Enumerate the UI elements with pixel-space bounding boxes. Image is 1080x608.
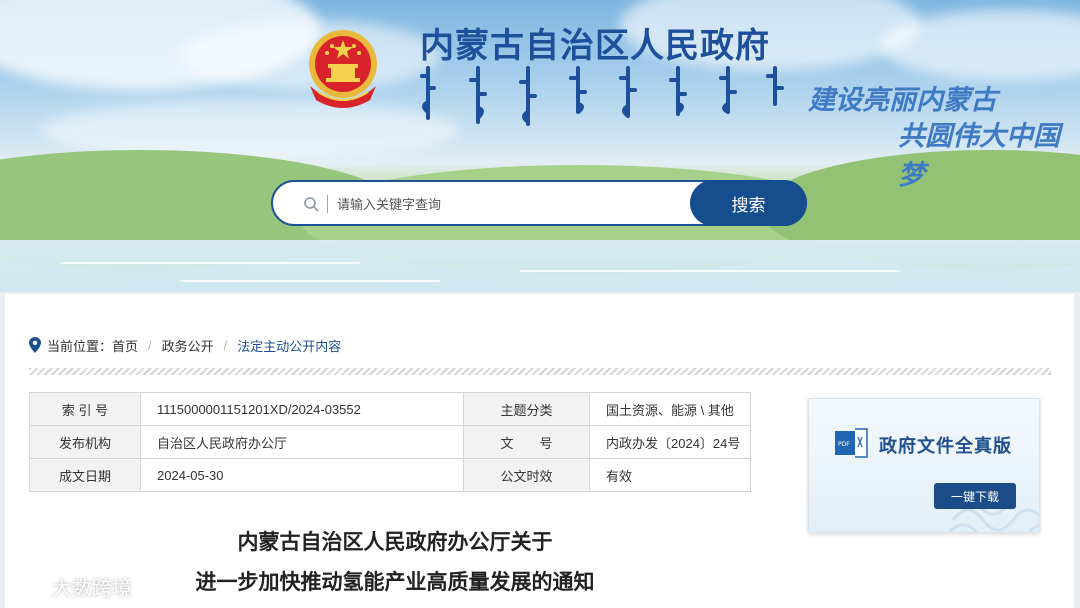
slogan-line-1: 建设亮丽内蒙古 <box>808 85 997 116</box>
table-label: 公文时效 <box>463 458 590 492</box>
table-label: 发布机构 <box>29 425 141 459</box>
river <box>0 240 1080 292</box>
table-value-date: 2024-05-30 <box>140 458 464 492</box>
breadcrumb-prefix: 当前位置： <box>47 338 113 354</box>
table-row: 成文日期 2024-05-30 公文时效 有效 <box>29 458 751 492</box>
fulltext-version-card: PDF 政府文件全真版 一键下载 <box>808 398 1040 533</box>
table-label: 主题分类 <box>463 392 590 426</box>
table-label: 索 引 号 <box>29 392 141 426</box>
breadcrumb-separator: / <box>148 337 152 353</box>
water-ripple <box>60 262 360 264</box>
download-button[interactable]: 一键下载 <box>934 483 1016 509</box>
watermark-logo-icon <box>10 576 46 595</box>
search-icon <box>304 197 319 212</box>
table-row: 索 引 号 11150000011512​01XD/2024-03552 主题分… <box>29 392 751 426</box>
breadcrumb-government-affairs[interactable]: 政务公开 <box>162 336 214 355</box>
mongolian-title-script <box>420 66 784 126</box>
header-banner: 内蒙古自治区人民政府 建设亮丽内蒙古 共圆伟大中国梦 搜索 <box>0 0 1080 292</box>
section-divider <box>29 368 1051 375</box>
table-value-validity: 有效 <box>589 458 751 492</box>
national-emblem-icon <box>309 30 377 108</box>
table-value-topic: 国土资源、能源 \ 其他 <box>589 392 751 426</box>
svg-text:PDF: PDF <box>838 441 850 448</box>
site-title: 内蒙古自治区人民政府 <box>420 26 770 66</box>
table-value-document-number: 内政办发〔2024〕24号 <box>589 425 751 459</box>
document-title-line-1: 内蒙古自治区人民政府办公厅关于 <box>237 530 553 554</box>
table-label: 文 号 <box>463 425 590 459</box>
breadcrumb-separator: / <box>223 337 228 353</box>
pdf-icon: PDF <box>835 428 868 458</box>
main-content: 当前位置： 首页 / 政务公开 / 法定主动公开内容 索 引 号 1115000… <box>5 294 1074 608</box>
table-row: 发布机构 自治区人民政府办公厅 文 号 内政办发〔2024〕24号 <box>29 425 751 459</box>
breadcrumb: 当前位置： 首页 / 政务公开 / 法定主动公开内容 <box>29 336 341 354</box>
search-divider <box>327 195 328 213</box>
watermark: 大数跨境 <box>10 570 132 602</box>
search-button[interactable]: 搜索 <box>690 180 807 226</box>
water-ripple <box>520 270 900 272</box>
breadcrumb-current[interactable]: 法定主动公开内容 <box>237 336 341 355</box>
location-pin-icon <box>29 337 41 353</box>
slogan: 建设亮丽内蒙古 共圆伟大中国梦 <box>808 78 1068 191</box>
table-value-index-number: 11150000011512​01XD/2024-03552 <box>140 392 464 426</box>
table-value-publisher: 自治区人民政府办公厅 <box>140 425 464 459</box>
table-label: 成文日期 <box>29 458 141 492</box>
document-info-table: 索 引 号 11150000011512​01XD/2024-03552 主题分… <box>29 392 751 492</box>
breadcrumb-home[interactable]: 首页 <box>112 336 138 355</box>
fulltext-title: 政府文件全真版 <box>879 436 1012 457</box>
slogan-line-2: 共圆伟大中国梦 <box>898 121 1060 191</box>
search-bar: 搜索 <box>271 180 807 226</box>
watermark-text: 大数跨境 <box>52 575 132 600</box>
search-input[interactable] <box>337 191 677 217</box>
water-ripple <box>180 280 440 282</box>
